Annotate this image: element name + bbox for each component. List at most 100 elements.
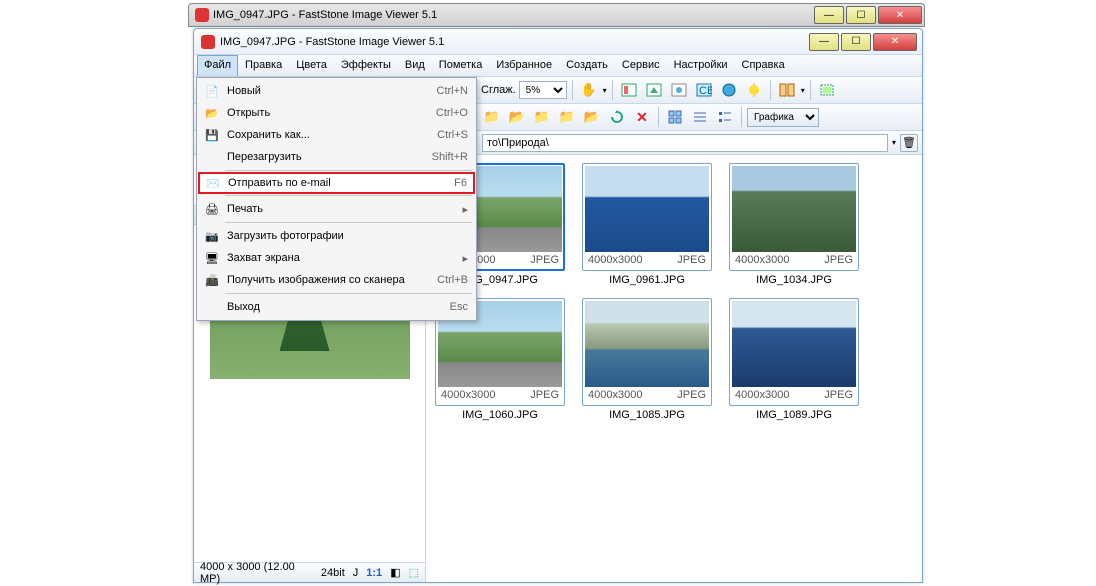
upload-icon: 📷 xyxy=(203,228,221,244)
path-input[interactable] xyxy=(482,134,888,152)
thumb-fmt: JPEG xyxy=(824,254,853,266)
zoom-select[interactable]: 5% xyxy=(519,81,567,99)
thumbnail-image[interactable] xyxy=(585,301,709,387)
close-button[interactable]: ✕ xyxy=(873,33,917,51)
menu-item-получить-изображения-со-сканера[interactable]: 📠Получить изображения со сканераCtrl+B xyxy=(199,269,474,291)
view-list-button[interactable] xyxy=(714,106,736,128)
status-dimensions: 4000 x 3000 (12.00 MP) xyxy=(200,561,313,585)
tool-button-3[interactable] xyxy=(668,79,690,101)
menu-item-новый[interactable]: 📄 НовыйCtrl+N xyxy=(199,80,474,102)
open-icon: 📂 xyxy=(203,105,221,121)
folder-button-3[interactable]: 📁 xyxy=(531,106,553,128)
tool-button-8[interactable] xyxy=(816,79,838,101)
menu-цвета[interactable]: Цвета xyxy=(289,55,334,76)
thumbnail-image[interactable] xyxy=(732,301,856,387)
thumbnail-name: IMG_1034.JPG xyxy=(756,274,832,286)
thumbnail[interactable]: 4000x3000JPEGIMG_1089.JPG xyxy=(728,298,860,421)
folder-button-4[interactable]: 📁 xyxy=(556,106,578,128)
bg-minimize-button[interactable]: — xyxy=(814,6,844,24)
thumb-fmt: JPEG xyxy=(530,254,559,266)
menu-item-label: Новый xyxy=(227,85,437,97)
scan-icon: 📠 xyxy=(203,272,221,288)
folder-button-2[interactable]: 📂 xyxy=(506,106,528,128)
print-icon: 🖨 xyxy=(203,201,221,217)
menu-item-перезагрузить[interactable]: ПерезагрузитьShift+R xyxy=(199,146,474,168)
menu-item-отправить-по-e-mail[interactable]: ✉️ Отправить по e-mailF6 xyxy=(198,172,475,194)
app-icon xyxy=(195,8,209,22)
thumb-dim: 4000x3000 xyxy=(588,389,642,401)
menu-item-shortcut: Ctrl+S xyxy=(437,129,468,141)
thumb-fmt: JPEG xyxy=(677,254,706,266)
menu-сервис[interactable]: Сервис xyxy=(615,55,667,76)
menu-настройки[interactable]: Настройки xyxy=(667,55,735,76)
thumb-dim: 4000x3000 xyxy=(441,389,495,401)
thumbnail[interactable]: 4000x3000JPEGIMG_0961.JPG xyxy=(581,163,713,286)
menu-создать[interactable]: Создать xyxy=(559,55,615,76)
thumbnail-grid[interactable]: 4000x3000JPEGIMG_0947.JPG4000x3000JPEGIM… xyxy=(426,155,922,582)
svg-text:CB: CB xyxy=(699,85,712,97)
mail-icon: ✉️ xyxy=(204,175,222,191)
status-depth: 24bit xyxy=(321,567,345,579)
menu-пометка[interactable]: Пометка xyxy=(432,55,490,76)
menu-item-label: Захват экрана xyxy=(227,252,462,264)
view-details-button[interactable] xyxy=(689,106,711,128)
thumbnail-image[interactable] xyxy=(585,166,709,252)
menu-избранное[interactable]: Избранное xyxy=(489,55,559,76)
status-ratio[interactable]: 1:1 xyxy=(366,567,382,579)
menu-правка[interactable]: Правка xyxy=(238,55,289,76)
delete-button[interactable]: ✕ xyxy=(631,106,653,128)
menu-item-захват-экрана[interactable]: 🖥Захват экрана▸ xyxy=(199,247,474,269)
menu-item-label: Открыть xyxy=(227,107,436,119)
menu-эффекты[interactable]: Эффекты xyxy=(334,55,398,76)
submenu-arrow-icon: ▸ xyxy=(462,203,468,216)
status-format: J xyxy=(353,567,359,579)
menubar: ФайлПравкаЦветаЭффектыВидПометкаИзбранно… xyxy=(194,55,922,77)
thumb-fmt: JPEG xyxy=(677,389,706,401)
tool-button-6[interactable] xyxy=(743,79,765,101)
folder-button-5[interactable]: 📂 xyxy=(581,106,603,128)
thumbnail[interactable]: 4000x3000 JPEG IMG_1034.JPG xyxy=(728,163,860,286)
view-icons-button[interactable] xyxy=(664,106,686,128)
menu-item-label: Отправить по e-mail xyxy=(228,177,454,189)
status-icon-2[interactable]: ⬚ xyxy=(409,566,419,579)
tool-button-5[interactable] xyxy=(718,79,740,101)
background-window-title: IMG_0947.JPG - FastStone Image Viewer 5.… xyxy=(213,9,437,21)
menu-item-shortcut: F6 xyxy=(454,177,467,189)
thumbnail-name: IMG_1060.JPG xyxy=(462,409,538,421)
bg-maximize-button[interactable]: ☐ xyxy=(846,6,876,24)
menu-файл[interactable]: Файл xyxy=(197,55,238,76)
thumb-dim: 4000x3000 xyxy=(588,254,642,266)
refresh-button[interactable] xyxy=(606,106,628,128)
minimize-button[interactable]: — xyxy=(809,33,839,51)
menu-item-сохранить-как-[interactable]: 💾Сохранить как...Ctrl+S xyxy=(199,124,474,146)
folder-button-1[interactable]: 📁 xyxy=(481,106,503,128)
tool-button-2[interactable] xyxy=(643,79,665,101)
thumbnail[interactable]: 4000x3000JPEGIMG_1085.JPG xyxy=(581,298,713,421)
new-icon: 📄 xyxy=(203,83,221,99)
menu-item-выход[interactable]: ВыходEsc xyxy=(199,296,474,318)
tool-button-7[interactable] xyxy=(776,79,798,101)
window-title: IMG_0947.JPG - FastStone Image Viewer 5.… xyxy=(220,36,444,48)
thumb-dim: 4000x3000 xyxy=(735,254,789,266)
file-menu: 📄НовыйCtrl+N📂ОткрытьCtrl+O💾Сохранить как… xyxy=(196,77,477,321)
status-icon-1[interactable]: ◧ xyxy=(390,566,400,579)
trash-button[interactable]: 🗑 xyxy=(900,134,918,152)
menu-item-печать[interactable]: 🖨Печать▸ xyxy=(199,198,474,220)
filter-select[interactable]: Графика xyxy=(747,108,819,127)
menu-item-label: Выход xyxy=(227,301,450,313)
menu-вид[interactable]: Вид xyxy=(398,55,432,76)
thumb-fmt: JPEG xyxy=(824,389,853,401)
menu-item-shortcut: Ctrl+N xyxy=(437,85,468,97)
menu-item-shortcut: Ctrl+B xyxy=(437,274,468,286)
thumbnail-image[interactable] xyxy=(732,166,856,252)
status-bar: 4000 x 3000 (12.00 MP) 24bit J 1:1 ◧ ⬚ xyxy=(194,562,425,582)
menu-справка[interactable]: Справка xyxy=(735,55,792,76)
bg-close-button[interactable]: ✕ xyxy=(878,6,922,24)
menu-item-загрузить-фотографии[interactable]: 📷Загрузить фотографии xyxy=(199,225,474,247)
maximize-button[interactable]: ☐ xyxy=(841,33,871,51)
menu-item-открыть[interactable]: 📂ОткрытьCtrl+O xyxy=(199,102,474,124)
tool-button-1[interactable] xyxy=(618,79,640,101)
hand-tool-button[interactable]: ✋ xyxy=(578,79,600,101)
tool-button-4[interactable]: CB xyxy=(693,79,715,101)
titlebar[interactable]: IMG_0947.JPG - FastStone Image Viewer 5.… xyxy=(194,29,922,55)
